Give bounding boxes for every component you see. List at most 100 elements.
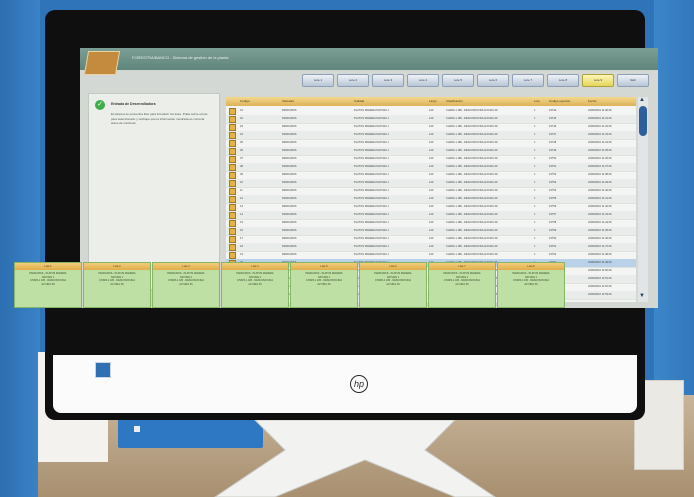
nav-button[interactable]: Lote 1 [302,74,334,87]
table-cell: PANDUROS [282,173,297,176]
nav-button[interactable]: Lote 3 [372,74,404,87]
scroll-down-icon[interactable]: ▼ [639,293,645,299]
table-cell: PLATOS MADERA NATURA 1 [354,173,389,176]
table-cell: 120 [429,173,434,176]
column-header[interactable]: Código [240,99,250,103]
table-cell: CHAPA 1 180 - DESCONOCIDA ALTURA 3S [446,181,498,184]
table-cell: 120 [429,141,434,144]
lot-card[interactable]: Lote 8 PANDUROS - PLATOS MADERA NATURA 1 CH… [497,262,565,308]
lot-card-line: ALTURA 3S [524,282,538,286]
table-cell: PANDUROS [282,109,297,112]
lot-card-body: PANDUROS - PLATOS MADERA NATURA 1 CHAPA 1 … [360,270,426,286]
windows-start-icon[interactable] [95,362,111,378]
table-cell: 120 [429,237,434,240]
scroll-thumb[interactable] [639,106,647,136]
lot-card[interactable]: Lote 3 PANDUROS - PLATOS MADERA NATURA 1 CH… [152,262,220,308]
table-cell: PANDUROS [282,221,297,224]
nav-button[interactable]: Lote 9 [582,74,614,87]
lot-icon [229,148,236,155]
lot-card-body: PANDUROS - PLATOS MADERA NATURA 1 CHAPA 1 … [429,270,495,286]
table-cell: 1 [534,245,536,248]
table-cell: 1 [534,213,536,216]
nav-button[interactable]: Lote 8 [547,74,579,87]
lot-card-title: Lote 6 [360,263,426,270]
lot-card[interactable]: Lote 2 PANDUROS - PLATOS MADERA NATURA 1 CH… [83,262,151,308]
column-header[interactable]: Variedad [282,99,294,103]
table-cell: 120 [429,165,434,168]
table-cell: 120 [429,205,434,208]
table-cell: 120 [429,181,434,184]
lot-card-title: Lote 3 [153,263,219,270]
table-cell: 05 [240,141,243,144]
table-cell: 22/05/2016 11:34:00 [588,141,612,144]
table-scrollbar[interactable]: ▲ ▼ [638,97,648,302]
table-cell: PLATOS MADERA NATURA 1 [354,221,389,224]
column-header[interactable]: Largo [429,99,437,103]
table-cell: 120 [429,189,434,192]
table-cell: CHAPA 1 180 - DESCONOCIDA ALTURA 3S [446,205,498,208]
table-cell: 1 [534,141,536,144]
table-cell: 01 [240,109,243,112]
table-cell: CHAPA 1 180 - DESCONOCIDA ALTURA 3S [446,141,498,144]
scroll-up-icon[interactable]: ▲ [639,97,645,103]
table-cell: 02 [240,117,243,120]
table-cell: 120 [429,221,434,224]
table-cell: 22/05/2016 11:50:00 [588,269,612,272]
lot-card-title: Lote 5 [291,263,357,270]
table-cell: 1 [534,157,536,160]
table-cell: 12 [240,197,243,200]
lot-card[interactable]: Lote 4 PANDUROS - PLATOS MADERA NATURA 1 CH… [221,262,289,308]
table-cell: PLATOS MADERA NATURA 1 [354,229,389,232]
table-cell: 1 [534,253,536,256]
nav-button[interactable]: Salir [617,74,649,87]
table-cell: PANDUROS [282,189,297,192]
lot-card-title: Lote 4 [222,263,288,270]
column-header[interactable]: Clasificación [446,99,463,103]
column-header[interactable]: Lote [534,99,540,103]
lot-icon [229,220,236,227]
lot-card-body: PANDUROS - PLATOS MADERA NATURA 1 CHAPA 1 … [15,270,81,286]
table-cell: 10 [240,181,243,184]
table-cell: 120 [429,197,434,200]
table-cell: CHAPA 1 180 - DESCONOCIDA ALTURA 3S [446,253,498,256]
lot-card[interactable]: Lote 7 PANDUROS - PLATOS MADERA NATURA 1 CH… [428,262,496,308]
table-cell: 1 [534,221,536,224]
table-cell: 15 [240,221,243,224]
table-cell: 15749 [549,149,557,152]
nav-button[interactable]: Lote 2 [337,74,369,87]
box-label-dot [134,426,140,432]
lot-card-body: PANDUROS - PLATOS MADERA NATURA 1 CHAPA 1 … [84,270,150,286]
table-cell: 120 [429,245,434,248]
nav-button[interactable]: Lote 7 [512,74,544,87]
lot-card[interactable]: Lote 1 PANDUROS - PLATOS MADERA NATURA 1 CH… [14,262,82,308]
table-cell: 22/05/2016 11:38:00 [588,173,612,176]
column-header[interactable]: Calidad [354,99,364,103]
table-cell: PLATOS MADERA NATURA 1 [354,133,389,136]
table-cell: 1 [534,109,536,112]
lot-card-line: ALTURA 3S [455,282,469,286]
column-header[interactable]: Fecha [588,99,596,103]
table-cell: PLATOS MADERA NATURA 1 [354,181,389,184]
table-cell: 120 [429,125,434,128]
table-cell: 15752 [549,173,557,176]
table-cell: 15759 [549,229,557,232]
lot-card[interactable]: Lote 6 PANDUROS - PLATOS MADERA NATURA 1 CH… [359,262,427,308]
table-cell: PLATOS MADERA NATURA 1 [354,165,389,168]
table-cell: 1 [534,229,536,232]
nav-button[interactable]: Lote 5 [442,74,474,87]
table-cell: 15758 [549,221,557,224]
table-cell: 15748 [549,141,557,144]
table-cell: 14 [240,213,243,216]
table-cell: CHAPA 1 180 - DESCONOCIDA ALTURA 3S [446,117,498,120]
table-cell: 22/05/2016 11:41:00 [588,197,612,200]
lot-icon [229,228,236,235]
lot-card[interactable]: Lote 5 PANDUROS - PLATOS MADERA NATURA 1 CH… [290,262,358,308]
column-header[interactable]: Código operario [549,99,570,103]
table-cell: 1 [534,117,536,120]
lot-icon [229,156,236,163]
nav-button[interactable]: Lote 6 [477,74,509,87]
table-cell: 22/05/2016 11:44:00 [588,221,612,224]
table-cell: 22/05/2016 11:45:00 [588,229,612,232]
nav-button[interactable]: Lote 4 [407,74,439,87]
lot-icon [229,204,236,211]
